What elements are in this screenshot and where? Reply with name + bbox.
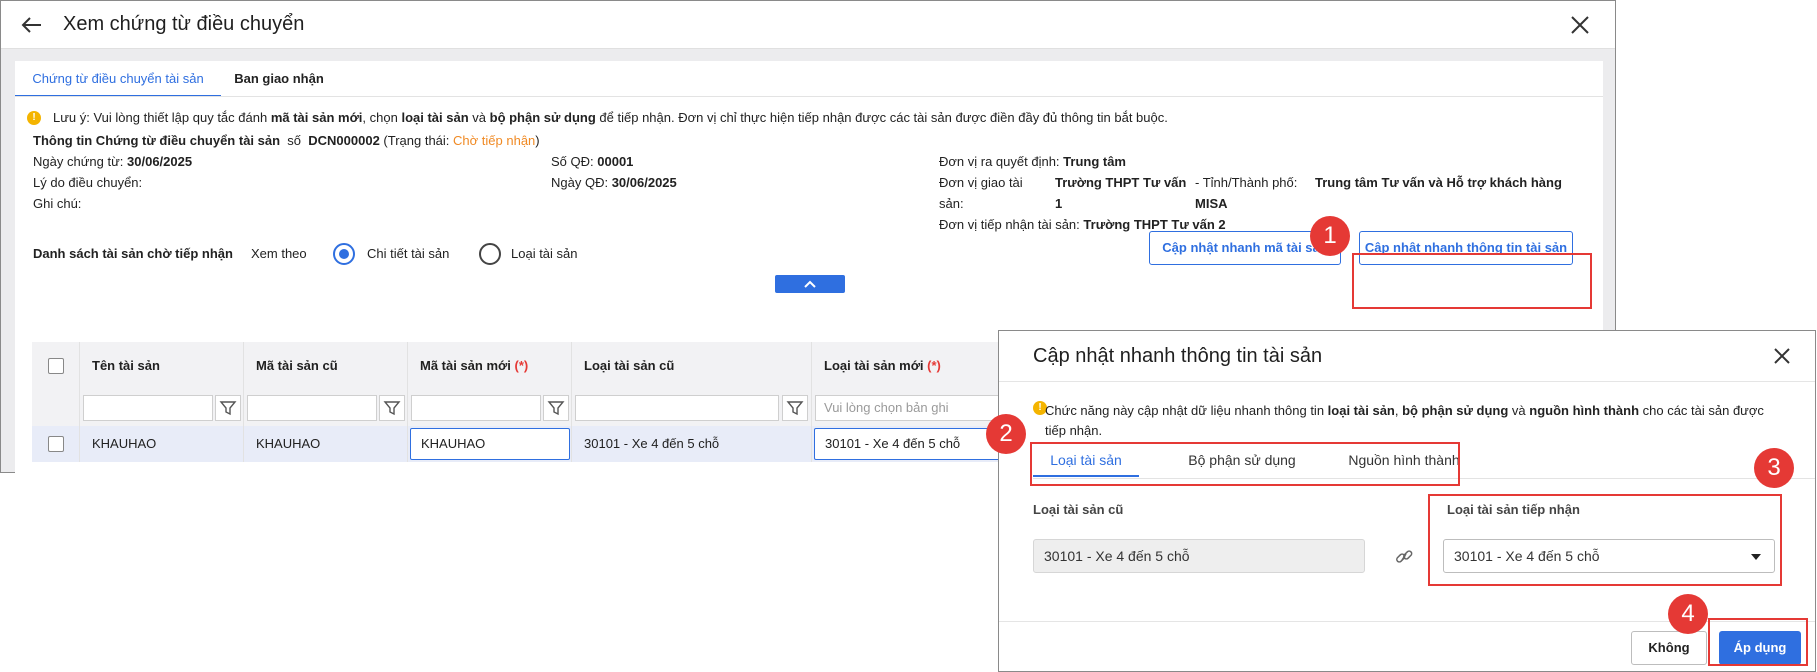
cell-asset-name: KHAUHAO [80,426,244,462]
close-icon[interactable] [1567,12,1593,38]
chevron-up-icon [804,280,816,288]
filter-button[interactable] [543,395,569,421]
col-old-type: Loại tài sản cũ [572,342,812,390]
cancel-button[interactable]: Không [1631,631,1707,665]
col-asset-name: Tên tài sản [80,342,244,390]
filter-input[interactable] [411,395,541,421]
select-all-header [32,342,80,390]
sender-unit-label-2: sản: [939,196,964,211]
step-badge-1: 1 [1310,216,1350,256]
filter-old-type [572,390,812,426]
new-code-input[interactable]: KHAUHAO [410,428,570,460]
funnel-icon [383,401,401,416]
row-checkbox[interactable] [48,436,64,452]
decision-number: Số QĐ: 00001 [551,154,634,169]
cell-new-type: 30101 - Xe 4 đến 5 chỗ [812,426,1002,462]
step-badge-4: 4 [1668,594,1708,634]
note-label: Ghi chú: [33,196,82,211]
province-value-2: MISA [1195,196,1228,211]
dialog-divider [999,381,1815,382]
cell-old-code: KHAUHAO [244,426,408,462]
filter-button[interactable] [379,395,405,421]
collapse-button[interactable] [775,275,845,293]
funnel-icon [219,401,237,416]
cell-new-code: KHAUHAO [408,426,572,462]
new-type-select[interactable]: 30101 - Xe 4 đến 5 chỗ [814,428,1002,460]
filter-old-code [244,390,408,426]
highlight-quick-info-button [1352,253,1592,309]
filter-new-code [408,390,572,426]
voucher-heading: Thông tin Chứng từ điều chuyển tài sản s… [33,133,540,148]
highlight-new-type-field [1428,494,1782,586]
sender-unit-value-2: 1 [1055,196,1063,211]
filter-empty [32,390,80,426]
dialog-note: Chức năng này cập nhật dữ liệu nhanh thô… [1045,403,1764,438]
radio-asset-type-label[interactable]: Loại tài sản [511,246,578,261]
radio-detail-label[interactable]: Chi tiết tài sản [367,246,449,261]
dialog-title: Cập nhật nhanh thông tin tài sản [1033,345,1323,367]
link-icon [1396,550,1413,563]
filter-button[interactable] [782,395,808,421]
status-value: Chờ tiếp nhận [453,133,536,148]
view-by-label: Xem theo [251,246,307,261]
step-badge-2: 2 [986,414,1026,454]
filter-input[interactable] [575,395,779,421]
note-text: Lưu ý: Vui lòng thiết lập quy tắc đánh m… [53,110,1168,125]
col-old-code: Mã tài sản cũ [244,342,408,390]
province-value-1: Trung tâm Tư vấn và Hỗ trợ khách hàng [1315,175,1562,190]
filter-new-type: Vui lòng chọn bản ghi [812,390,1002,426]
row-select [32,426,80,462]
decision-date: Ngày QĐ: 30/06/2025 [551,175,677,190]
tabs-divider [15,96,1603,97]
filter-asset-name [80,390,244,426]
old-type-field: 30101 - Xe 4 đến 5 chỗ [1033,539,1365,573]
funnel-icon [786,401,804,416]
cell-old-type: 30101 - Xe 4 đến 5 chỗ [572,426,812,462]
filter-input[interactable] [83,395,213,421]
funnel-icon [547,401,565,416]
col-new-type: Loại tài sản mới (*) [812,342,1002,390]
sender-unit-value-1: Trường THPT Tư vấn [1055,175,1187,190]
receiver-unit: Đơn vị tiếp nhận tài sản: Trường THPT Tư… [939,217,1226,232]
window-title: Xem chứng từ điều chuyển [63,13,305,35]
radio-asset-type[interactable] [479,243,501,265]
filter-button[interactable] [215,395,241,421]
filter-input[interactable] [247,395,377,421]
tab-handover-board[interactable]: Ban giao nhận [221,61,337,97]
window-header: Xem chứng từ điều chuyển [1,1,1615,49]
highlight-apply-button [1708,618,1808,666]
sender-unit-label-1: Đơn vị giao tài [939,175,1023,190]
step-badge-3: 3 [1754,448,1794,488]
select-all-checkbox[interactable] [48,358,64,374]
col-new-code: Mã tài sản mới (*) [408,342,572,390]
province-label: - Tỉnh/Thành phố: [1195,175,1298,190]
radio-detail[interactable] [333,243,355,265]
warning-info-icon: ! [27,111,41,125]
back-arrow-icon[interactable] [19,12,45,38]
old-type-label: Loại tài sản cũ [1033,502,1124,517]
voucher-date: Ngày chứng từ: 30/06/2025 [33,154,193,169]
transfer-reason-label: Lý do điều chuyển: [33,175,143,190]
close-icon[interactable] [1769,343,1795,369]
filter-select-input[interactable]: Vui lòng chọn bản ghi [815,395,999,421]
highlight-dialog-tabs [1030,442,1460,486]
tab-transfer-voucher[interactable]: Chứng từ điều chuyển tài sản [15,61,221,97]
decision-unit: Đơn vị ra quyết định: Trung tâm [939,154,1126,169]
list-heading: Danh sách tài sản chờ tiếp nhận [33,246,233,261]
